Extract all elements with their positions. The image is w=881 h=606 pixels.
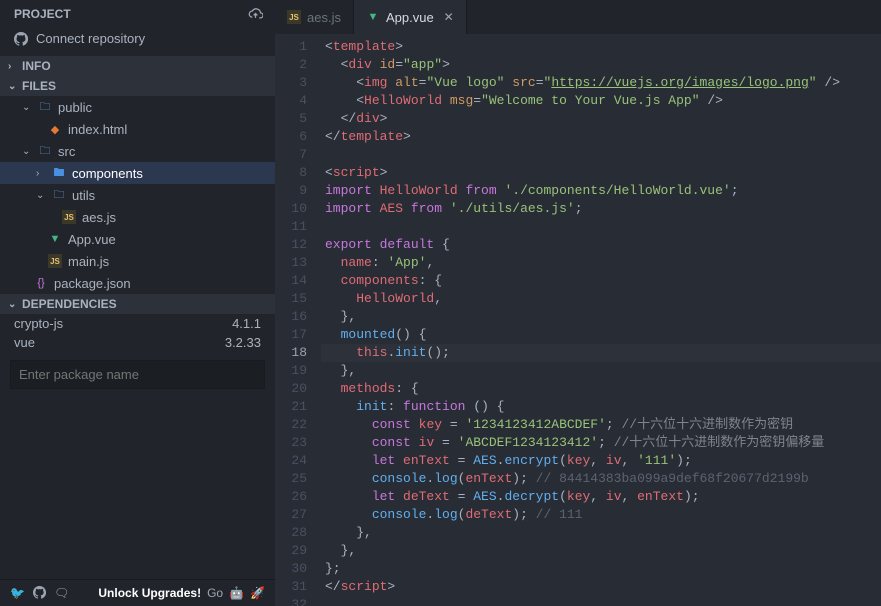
unlock-upgrades[interactable]: Unlock Upgrades! <box>98 586 201 600</box>
file-index-html[interactable]: ◆index.html <box>0 118 275 140</box>
folder-utils[interactable]: ⌄🗀utils <box>0 184 275 206</box>
file-package-json[interactable]: {}package.json <box>0 272 275 294</box>
code-lines[interactable]: <template> <div id="app"> <img alt="Vue … <box>321 34 881 606</box>
file-tree: ⌄🗀public ◆index.html ⌄🗀src ›🖿components … <box>0 96 275 294</box>
tab-app-vue[interactable]: ▼App.vue✕ <box>354 0 467 34</box>
cloud-upload-icon[interactable] <box>248 6 263 21</box>
section-files[interactable]: ⌄ FILES <box>0 76 275 96</box>
chevron-down-icon: ⌄ <box>8 81 18 92</box>
dependencies-label: DEPENDENCIES <box>22 297 117 311</box>
file-aes-js[interactable]: JSaes.js <box>0 206 275 228</box>
package-input[interactable] <box>10 360 265 389</box>
connect-label: Connect repository <box>36 31 145 46</box>
github-icon[interactable] <box>33 586 46 600</box>
project-header: PROJECT <box>0 0 275 25</box>
github-icon <box>14 32 28 46</box>
sidebar-footer: 🐦 🗨 Unlock Upgrades!Go🤖🚀 <box>0 579 275 606</box>
section-info[interactable]: › INFO <box>0 56 275 76</box>
chevron-down-icon: ⌄ <box>8 299 18 310</box>
sidebar: PROJECT Connect repository › INFO ⌄ FILE… <box>0 0 275 606</box>
folder-src[interactable]: ⌄🗀src <box>0 140 275 162</box>
tab-bar: JSaes.js ▼App.vue✕ <box>275 0 881 34</box>
chevron-right-icon: › <box>8 61 18 72</box>
gutter: 1234567891011121314151617181920212223242… <box>275 34 321 606</box>
dep-row[interactable]: crypto-js4.1.1 <box>0 314 275 333</box>
editor: JSaes.js ▼App.vue✕ 123456789101112131415… <box>275 0 881 606</box>
folder-public[interactable]: ⌄🗀public <box>0 96 275 118</box>
rocket-icon: 🚀 <box>250 586 265 600</box>
robot-icon: 🤖 <box>229 586 244 600</box>
info-label: INFO <box>22 59 51 73</box>
dep-row[interactable]: vue3.2.33 <box>0 333 275 352</box>
section-dependencies[interactable]: ⌄ DEPENDENCIES <box>0 294 275 314</box>
files-label: FILES <box>22 79 56 93</box>
close-icon[interactable]: ✕ <box>444 10 454 24</box>
folder-components[interactable]: ›🖿components <box>0 162 275 184</box>
tab-aes-js[interactable]: JSaes.js <box>275 0 354 34</box>
project-label: PROJECT <box>14 7 71 21</box>
file-main-js[interactable]: JSmain.js <box>0 250 275 272</box>
connect-repository[interactable]: Connect repository <box>0 25 275 56</box>
file-app-vue[interactable]: ▼App.vue <box>0 228 275 250</box>
discord-icon[interactable]: 🗨 <box>54 586 69 600</box>
code-area[interactable]: 1234567891011121314151617181920212223242… <box>275 34 881 606</box>
twitter-icon[interactable]: 🐦 <box>10 586 25 600</box>
